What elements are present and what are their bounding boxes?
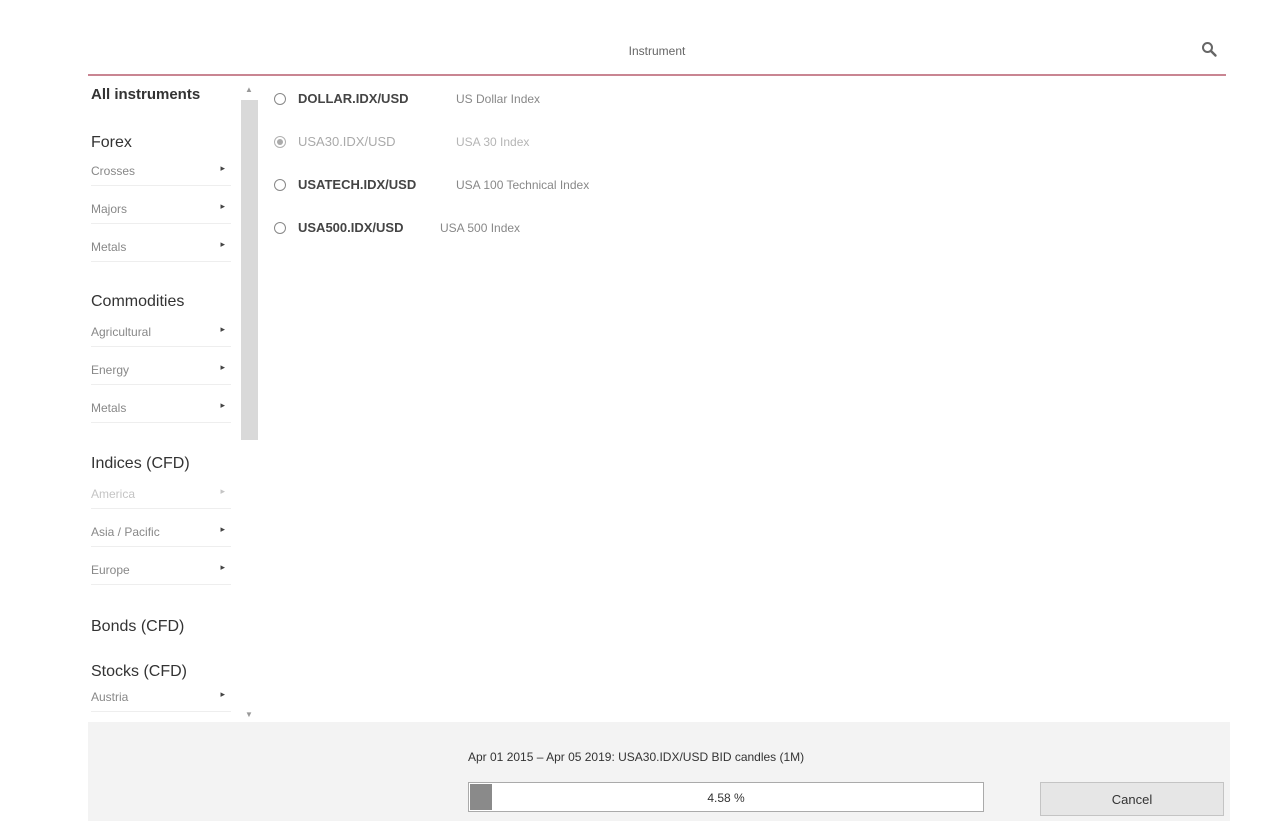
- subcategory-label: Metals: [91, 401, 127, 415]
- chevron-right-icon: ▸: [220, 324, 225, 334]
- sidebar-subcategory[interactable]: Agricultural ▸: [91, 317, 231, 347]
- instrument-row[interactable]: USA30.IDX/USD USA 30 Index: [270, 129, 970, 155]
- instrument-code: USA30.IDX/USD: [298, 134, 396, 149]
- category-header[interactable]: Commodities: [91, 293, 184, 311]
- download-status: Apr 01 2015 – Apr 05 2019: USA30.IDX/USD…: [468, 750, 805, 764]
- subcategory-label: America: [91, 487, 136, 501]
- instrument-header: Instrument: [88, 30, 1226, 76]
- chevron-right-icon: ▸: [220, 689, 225, 699]
- sidebar-subcategory[interactable]: Europe ▸: [91, 555, 231, 585]
- instrument-row[interactable]: USA500.IDX/USD USA 500 Index: [270, 215, 970, 241]
- sidebar-subcategory[interactable]: Crosses ▸: [91, 156, 231, 186]
- subcategory-label: Asia / Pacific: [91, 525, 160, 539]
- instrument-radio[interactable]: [274, 136, 286, 148]
- sidebar-subcategory[interactable]: Metals ▸: [91, 232, 231, 262]
- scroll-thumb[interactable]: [241, 100, 258, 440]
- instrument-code: DOLLAR.IDX/USD: [298, 91, 409, 106]
- instrument-radio[interactable]: [274, 222, 286, 234]
- sidebar-subcategory[interactable]: Asia / Pacific ▸: [91, 517, 231, 547]
- chevron-right-icon: ▸: [220, 400, 225, 410]
- progress-label: 4.58 %: [707, 791, 745, 805]
- chevron-right-icon: ▸: [220, 239, 225, 249]
- category-all-instruments[interactable]: All instruments: [91, 86, 200, 103]
- chevron-right-icon: ▸: [220, 486, 225, 496]
- subcategory-label: Crosses: [91, 164, 136, 178]
- sidebar-subcategory[interactable]: Metals ▸: [91, 393, 231, 423]
- subcategory-label: Austria: [91, 690, 129, 704]
- instrument-description: USA 100 Technical Index: [456, 178, 590, 192]
- subcategory-label: Agricultural: [91, 325, 152, 339]
- sidebar-subcategory[interactable]: Energy ▸: [91, 355, 231, 385]
- chevron-right-icon: ▸: [220, 524, 225, 534]
- chevron-right-icon: ▸: [220, 163, 225, 173]
- chevron-right-icon: ▸: [220, 201, 225, 211]
- download-footer: Apr 01 2015 – Apr 05 2019: USA30.IDX/USD…: [88, 722, 1230, 821]
- category-sidebar: All instruments Forex Crosses ▸ Majors ▸ Metal…: [88, 82, 260, 722]
- sidebar-scrollbar[interactable]: ▲ ▼: [240, 82, 258, 722]
- category-header[interactable]: Forex: [91, 134, 132, 152]
- category-header[interactable]: Indices (CFD): [91, 455, 190, 473]
- scroll-down-arrow[interactable]: ▼: [243, 710, 255, 720]
- instrument-code: USA500.IDX/USD: [298, 220, 404, 235]
- progress-bar: 4.58 %: [468, 782, 984, 812]
- cancel-button[interactable]: Cancel: [1040, 782, 1224, 816]
- subcategory-label: Energy: [91, 363, 130, 377]
- subcategory-label: Metals: [91, 240, 127, 254]
- sidebar-subcategory[interactable]: Austria ▸: [91, 682, 231, 712]
- subcategory-label: Europe: [91, 563, 130, 577]
- dialog-title: Instrument: [628, 44, 686, 58]
- instrument-description: USA 500 Index: [440, 221, 521, 235]
- subcategory-label: Majors: [91, 202, 128, 216]
- instrument-row[interactable]: DOLLAR.IDX/USD US Dollar Index: [270, 86, 970, 112]
- chevron-right-icon: ▸: [220, 562, 225, 572]
- sidebar-subcategory[interactable]: America ▸: [91, 479, 231, 509]
- category-header[interactable]: Bonds (CFD): [91, 618, 184, 636]
- instrument-description: USA 30 Index: [456, 135, 530, 149]
- instrument-radio[interactable]: [274, 179, 286, 191]
- search-icon[interactable]: [1200, 40, 1218, 58]
- instrument-code: USATECH.IDX/USD: [298, 177, 417, 192]
- instrument-radio[interactable]: [274, 93, 286, 105]
- instrument-description: US Dollar Index: [456, 92, 541, 106]
- scroll-up-arrow[interactable]: ▲: [243, 85, 255, 95]
- instrument-row[interactable]: USATECH.IDX/USD USA 100 Technical Index: [270, 172, 970, 198]
- sidebar-subcategory[interactable]: Majors ▸: [91, 194, 231, 224]
- instrument-dialog: Instrument All instruments Forex Crosses ▸ M…: [0, 0, 1280, 821]
- chevron-right-icon: ▸: [220, 362, 225, 372]
- category-header[interactable]: Stocks (CFD): [91, 663, 187, 681]
